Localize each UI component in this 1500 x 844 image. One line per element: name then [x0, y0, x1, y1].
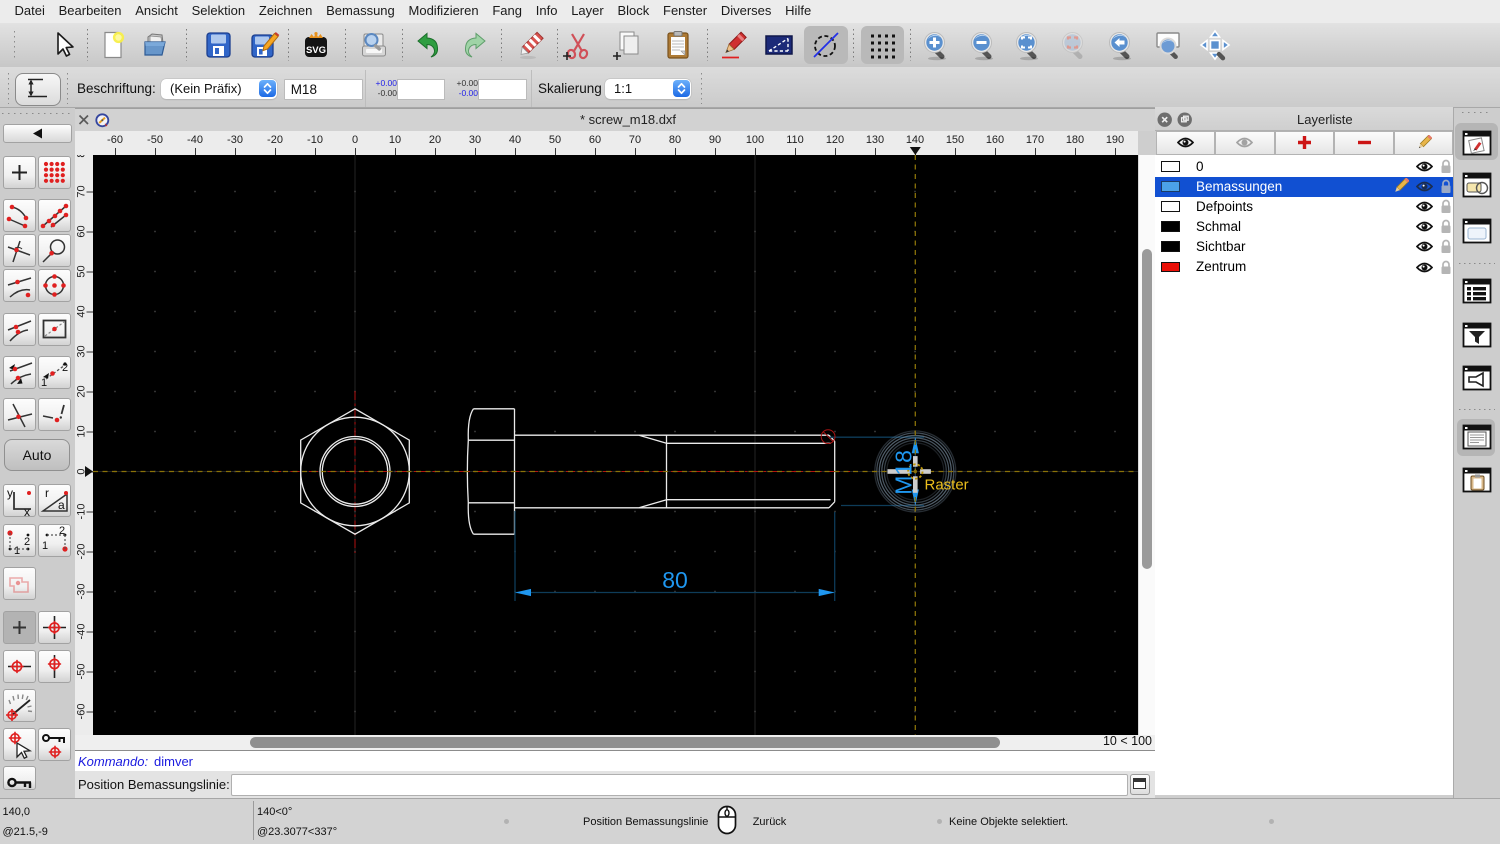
- svg-text:50: 50: [76, 265, 88, 277]
- svg-text:y: y: [7, 486, 13, 500]
- svg-text:-10: -10: [307, 134, 323, 146]
- svg-text:-20: -20: [267, 134, 283, 146]
- svg-text:-20: -20: [76, 544, 88, 560]
- svg-text:80: 80: [76, 155, 88, 158]
- svg-text:60: 60: [589, 134, 601, 146]
- svg-text:1: 1: [41, 377, 47, 388]
- svg-text:a: a: [58, 498, 65, 512]
- svg-text:10: 10: [76, 425, 88, 437]
- svg-text:-30: -30: [227, 134, 243, 146]
- svg-text:90: 90: [709, 134, 721, 146]
- svg-text:M18: M18: [891, 450, 917, 495]
- svg-text:70: 70: [76, 185, 88, 197]
- svg-text:180: 180: [1066, 134, 1084, 146]
- svg-text:-50: -50: [147, 134, 163, 146]
- svg-text:40: 40: [509, 134, 521, 146]
- svg-text:190: 190: [1106, 134, 1124, 146]
- svg-text:130: 130: [866, 134, 884, 146]
- svg-text:60: 60: [76, 225, 88, 237]
- svg-text:-50: -50: [76, 664, 88, 680]
- svg-text:40: 40: [76, 305, 88, 317]
- svg-text:140: 140: [906, 134, 924, 146]
- svg-text:70: 70: [629, 134, 641, 146]
- svg-text:-10: -10: [76, 504, 88, 520]
- svg-text:-30: -30: [76, 584, 88, 600]
- svg-text:-60: -60: [76, 704, 88, 720]
- svg-text:80: 80: [662, 567, 688, 593]
- svg-text:160: 160: [986, 134, 1004, 146]
- svg-text:20: 20: [429, 134, 441, 146]
- svg-text:r: r: [45, 486, 49, 500]
- svg-text:Raster: Raster: [925, 477, 969, 494]
- svg-text:10: 10: [389, 134, 401, 146]
- svg-text:-40: -40: [187, 134, 203, 146]
- svg-text:20: 20: [76, 385, 88, 397]
- svg-text:0: 0: [352, 134, 358, 146]
- svg-text:SVG: SVG: [305, 45, 325, 56]
- svg-text:30: 30: [469, 134, 481, 146]
- svg-text:170: 170: [1026, 134, 1044, 146]
- svg-text:80: 80: [669, 134, 681, 146]
- svg-text:150: 150: [946, 134, 964, 146]
- svg-text:50: 50: [549, 134, 561, 146]
- svg-text:-60: -60: [107, 134, 123, 146]
- svg-text:110: 110: [786, 134, 804, 146]
- svg-text:100: 100: [746, 134, 764, 146]
- svg-text:2: 2: [59, 525, 65, 537]
- svg-text:1: 1: [42, 540, 48, 552]
- svg-text:120: 120: [826, 134, 844, 146]
- svg-text:1: 1: [14, 545, 20, 556]
- svg-text:2: 2: [24, 536, 30, 548]
- svg-text:30: 30: [76, 345, 88, 357]
- svg-text:-40: -40: [76, 624, 88, 640]
- svg-text:x: x: [24, 505, 30, 516]
